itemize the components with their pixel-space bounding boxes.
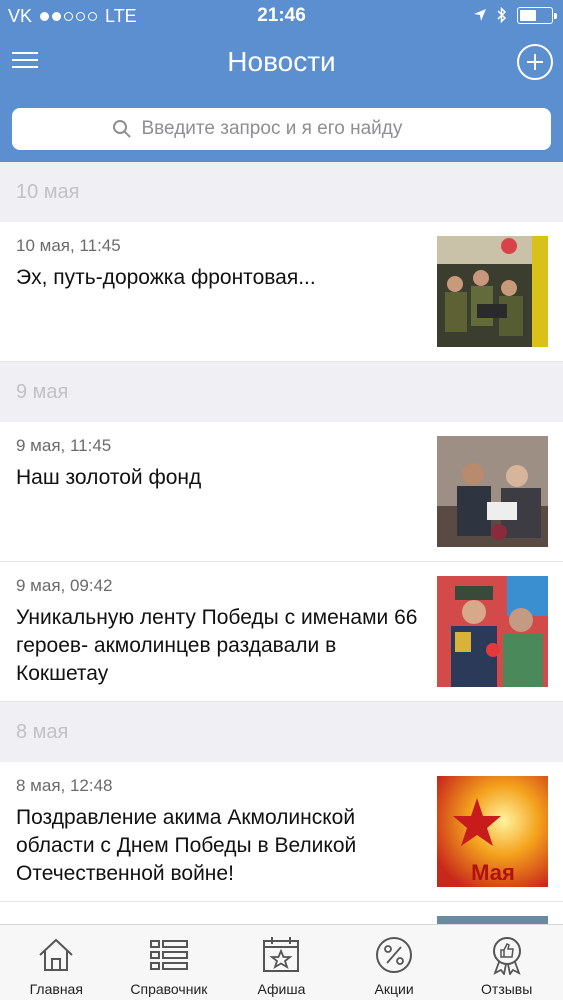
date-header: 8 мая [0, 702, 563, 762]
home-icon [39, 938, 73, 971]
add-button[interactable] [517, 44, 553, 80]
news-item[interactable] [0, 902, 563, 924]
news-title: Поздравление акима Акмолинской области с… [16, 806, 357, 885]
news-thumbnail[interactable] [437, 576, 548, 687]
calendar-star-icon [263, 937, 300, 972]
tab-reviews[interactable]: Отзывы [450, 925, 563, 1000]
tab-promotions[interactable]: Акции [338, 925, 451, 1000]
tab-events[interactable]: Афиша [225, 925, 338, 1000]
tab-label: Акции [374, 981, 414, 997]
list-icon [149, 940, 188, 970]
news-title: Наш золотой фонд [16, 466, 202, 489]
date-header: 9 мая [0, 362, 563, 422]
search-bar[interactable] [12, 108, 551, 150]
tab-label: Отзывы [481, 981, 533, 997]
news-thumbnail[interactable] [437, 916, 548, 924]
news-item[interactable]: 9 мая, 11:45 Наш золотой фонд [0, 422, 563, 562]
news-thumbnail[interactable] [437, 436, 548, 547]
search-icon [112, 120, 131, 138]
tab-label: Главная [29, 981, 83, 997]
location-arrow-icon [474, 9, 486, 21]
tab-label: Афиша [257, 981, 306, 997]
news-title: Эх, путь-дорожка фронтовая... [16, 266, 316, 289]
tab-directory[interactable]: Справочник [113, 925, 226, 1000]
news-item[interactable]: 8 мая, 12:48 Поздравление акима Акмолинс… [0, 762, 563, 902]
news-time: 10 мая, 11:45 [16, 236, 121, 255]
battery-icon [517, 6, 557, 24]
news-thumbnail[interactable]: Мая [437, 776, 548, 887]
news-time: 8 мая, 12:48 [16, 776, 113, 795]
page-title: Новости [227, 46, 336, 77]
news-time: 9 мая, 11:45 [16, 436, 112, 455]
news-title: Уникальную ленту Победы с именами 66 гер… [16, 606, 418, 685]
thumbnail-caption: Мая [471, 860, 515, 885]
status-bar: VK LTE 21:46 [0, 0, 563, 34]
app-header: VK LTE 21:46 Новости [0, 0, 563, 162]
navigation-bar: Новости [0, 34, 563, 98]
news-thumbnail[interactable] [437, 236, 548, 347]
tab-label: Справочник [130, 981, 208, 997]
search-input[interactable] [141, 118, 452, 140]
news-feed[interactable]: 10 мая 10 мая, 11:45 Эх, путь-дорожка фр… [0, 162, 563, 924]
bluetooth-icon [497, 6, 507, 24]
date-header: 10 мая [0, 162, 563, 222]
news-item[interactable]: 9 мая, 09:42 Уникальную ленту Победы с и… [0, 562, 563, 702]
news-item[interactable]: 10 мая, 11:45 Эх, путь-дорожка фронтовая… [0, 222, 563, 362]
tab-home[interactable]: Главная [0, 925, 113, 1000]
news-time: 9 мая, 09:42 [16, 576, 113, 595]
tab-bar: Главная Справочник Афиша Акции Отзывы [0, 924, 563, 1000]
thumbs-up-badge-icon [492, 937, 521, 975]
percent-icon [376, 937, 413, 973]
